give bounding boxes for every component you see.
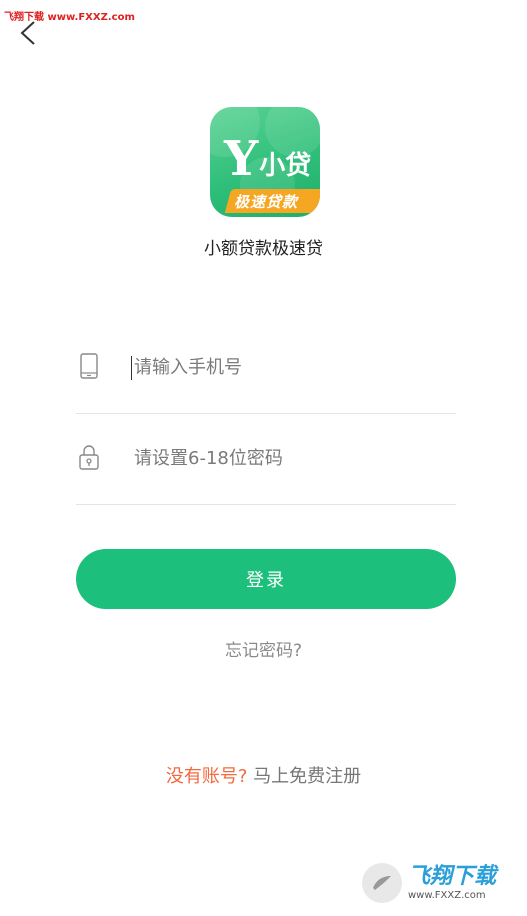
app-name: 小额贷款极速贷 xyxy=(204,239,323,259)
chevron-left-icon xyxy=(20,21,35,45)
watermark-logo-icon xyxy=(362,863,402,903)
login-button[interactable]: 登录 xyxy=(76,549,456,609)
phone-field[interactable] xyxy=(76,323,456,414)
forgot-password-link[interactable]: 忘记密码? xyxy=(0,636,527,661)
register-prompt: 没有账号? 马上免费注册 xyxy=(0,762,527,788)
watermark-big-text: 飞翔下载 xyxy=(408,864,497,889)
watermark-small-text: www.FXXZ.com xyxy=(408,890,486,901)
logo-ribbon-text: 极速贷款 xyxy=(234,193,299,211)
password-input[interactable] xyxy=(132,436,456,480)
phone-icon xyxy=(80,353,98,379)
back-button[interactable] xyxy=(14,18,46,50)
logo-name: 小贷 xyxy=(259,151,312,181)
lock-icon xyxy=(79,445,99,470)
app-logo: Y 小贷 极速贷款 xyxy=(210,107,320,217)
watermark-bottom: 飞翔下载 www.FXXZ.com xyxy=(362,855,522,911)
register-link[interactable]: 马上免费注册 xyxy=(253,766,361,787)
phone-input[interactable] xyxy=(132,345,456,389)
logo-letter: Y xyxy=(224,131,259,187)
password-field[interactable] xyxy=(76,414,456,505)
register-question: 没有账号? xyxy=(165,766,248,787)
